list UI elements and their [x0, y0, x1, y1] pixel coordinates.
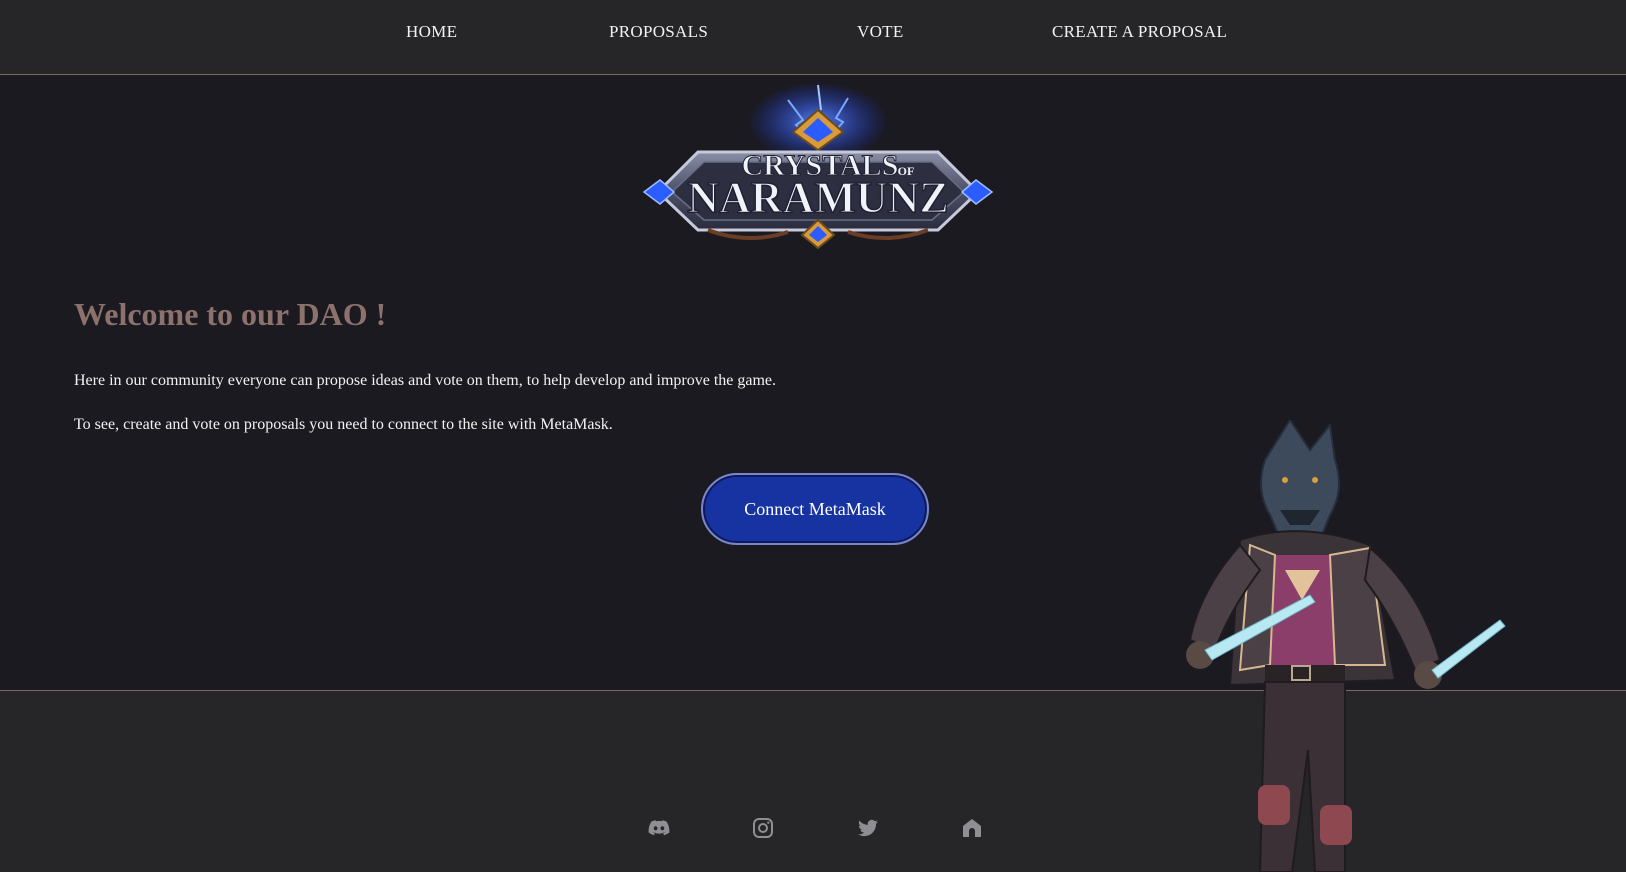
nav-create-proposal-link[interactable]: CREATE A PROPOSAL: [1052, 22, 1227, 42]
intro-paragraph: Here in our community everyone can propo…: [74, 372, 777, 389]
discord-icon[interactable]: [646, 815, 672, 841]
logo-line-2: NARAMUNZ: [687, 173, 949, 222]
connect-metamask-button[interactable]: Connect MetaMask: [701, 473, 929, 545]
twitter-icon[interactable]: [855, 815, 881, 841]
instagram-icon[interactable]: [750, 815, 776, 841]
nav-proposals-link[interactable]: PROPOSALS: [609, 22, 708, 42]
nav-vote-link[interactable]: VOTE: [857, 22, 904, 42]
home-icon[interactable]: [959, 815, 985, 841]
nav-home-link[interactable]: HOME: [406, 22, 457, 42]
top-navigation: HOME PROPOSALS VOTE CREATE A PROPOSAL: [0, 0, 1626, 75]
crystals-of-naramunz-logo: CRYSTALS OF NARAMUNZ: [638, 80, 998, 258]
welcome-heading: Welcome to our DAO !: [74, 296, 387, 332]
connect-instructions-paragraph: To see, create and vote on proposals you…: [74, 416, 613, 433]
werewolf-character-illustration: [1170, 418, 1570, 872]
